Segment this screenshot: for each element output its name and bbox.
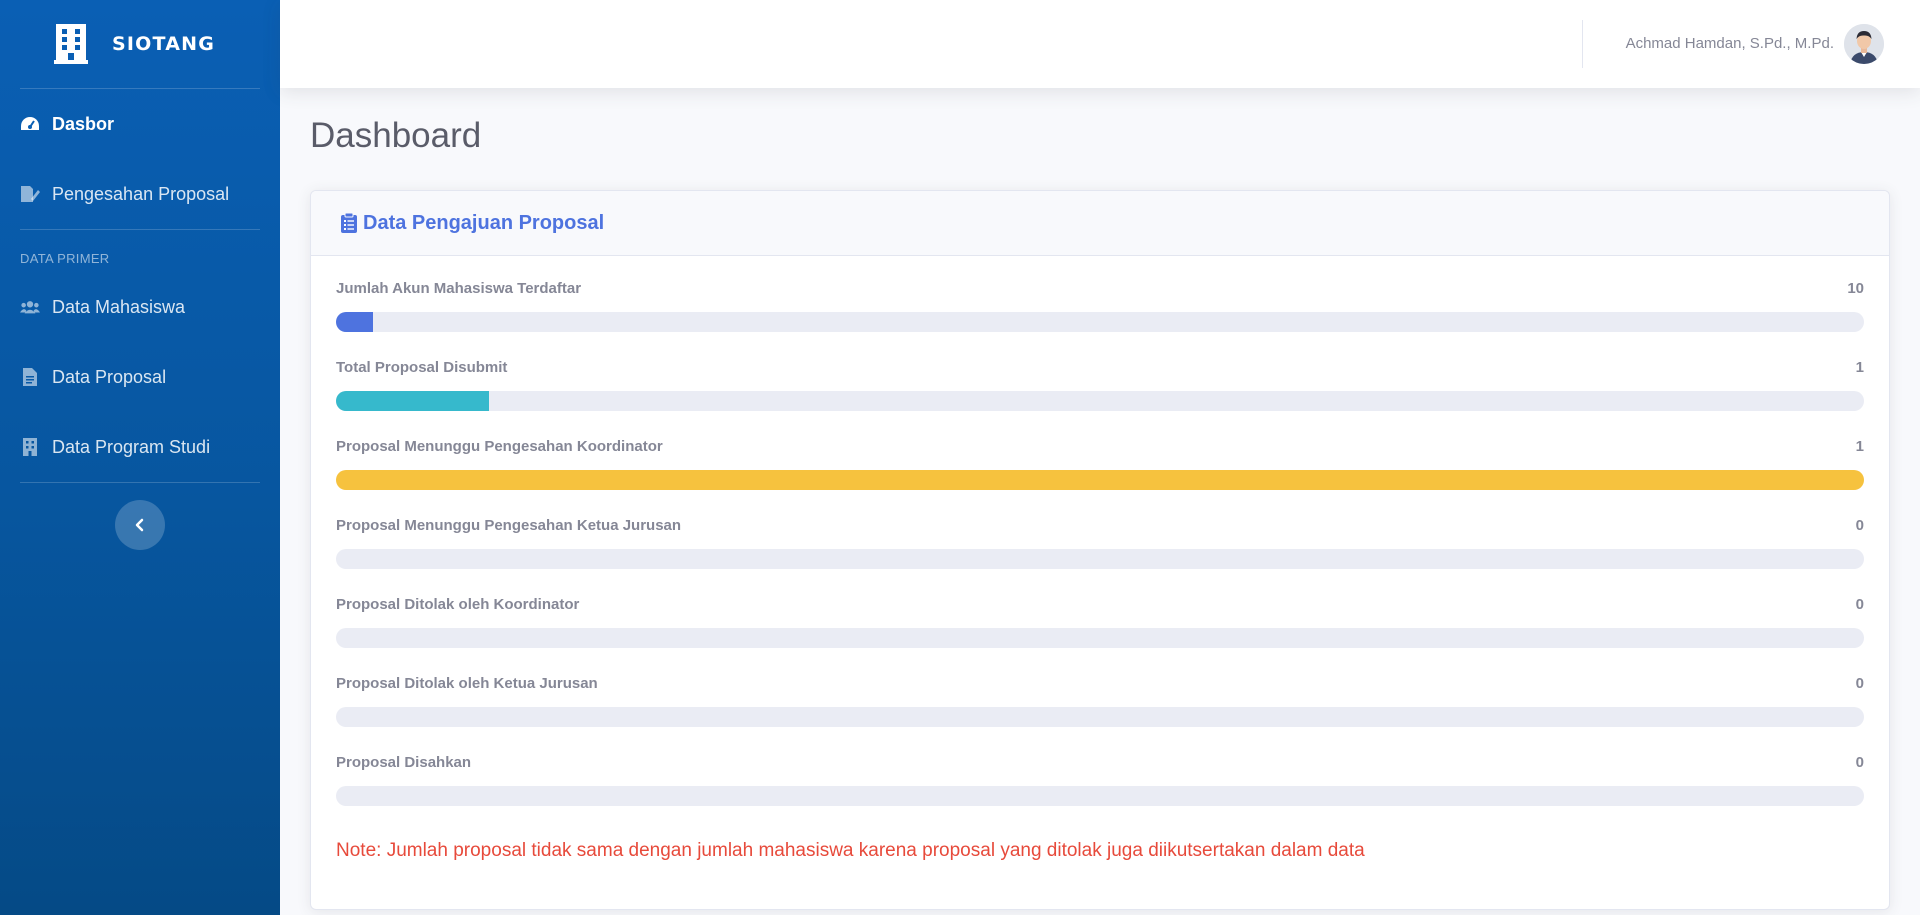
- building-icon: [20, 438, 40, 456]
- stat-label: Proposal Menunggu Pengesahan Ketua Jurus…: [336, 517, 682, 534]
- sidebar-item-label: Data Program Studi: [52, 436, 211, 457]
- sidebar-brand[interactable]: SIOTANG: [0, 0, 280, 88]
- stat-label: Total Proposal Disubmit: [336, 359, 508, 376]
- progress-track: [336, 391, 1864, 411]
- avatar[interactable]: [1844, 24, 1884, 64]
- proposal-data-card: Data Pengajuan Proposal Jumlah Akun Maha…: [310, 190, 1890, 910]
- stat-row: Proposal Ditolak oleh Ketua Jurusan 0: [336, 675, 1864, 696]
- sidebar-item-data-mahasiswa[interactable]: Data Mahasiswa: [0, 272, 280, 342]
- stat-item: Proposal Ditolak oleh Ketua Jurusan 0: [336, 675, 1864, 754]
- sidebar-item-pengesahan-proposal[interactable]: Pengesahan Proposal: [0, 159, 280, 229]
- clipboard-list-icon: [341, 213, 357, 233]
- progress-track: [336, 628, 1864, 648]
- stat-row: Proposal Ditolak oleh Koordinator 0: [336, 596, 1864, 617]
- progress-track: [336, 470, 1864, 490]
- stat-label: Jumlah Akun Mahasiswa Terdaftar: [336, 280, 582, 297]
- progress-bar: [336, 312, 373, 332]
- sidebar-item-label: Data Mahasiswa: [52, 296, 186, 317]
- stat-item: Total Proposal Disubmit 1: [336, 359, 1864, 438]
- users-icon: [20, 298, 40, 316]
- building-logo-icon: [54, 24, 88, 64]
- progress-bar: [336, 391, 489, 411]
- stat-value: 1: [1855, 438, 1864, 455]
- sidebar: SIOTANG Dasbor Pengesahan Proposal DATA …: [0, 0, 280, 915]
- page-title: Dashboard: [310, 116, 482, 155]
- stat-value: 0: [1855, 596, 1864, 613]
- progress-track: [336, 312, 1864, 332]
- stat-item: Jumlah Akun Mahasiswa Terdaftar 10: [336, 280, 1864, 359]
- stat-item: Proposal Ditolak oleh Koordinator 0: [336, 596, 1864, 675]
- stat-row: Total Proposal Disubmit 1: [336, 359, 1864, 380]
- stat-value: 0: [1855, 754, 1864, 771]
- card-title: Data Pengajuan Proposal: [363, 211, 605, 234]
- stat-label: Proposal Disahkan: [336, 754, 472, 771]
- tachometer-icon: [20, 115, 40, 133]
- stat-row: Proposal Menunggu Pengesahan Ketua Jurus…: [336, 517, 1864, 538]
- file-signature-icon: [20, 185, 40, 203]
- stat-item: Proposal Menunggu Pengesahan Koordinator…: [336, 438, 1864, 517]
- stat-value: 0: [1855, 517, 1864, 534]
- sidebar-item-data-proposal[interactable]: Data Proposal: [0, 342, 280, 412]
- stat-row: Proposal Disahkan 0: [336, 754, 1864, 775]
- user-name[interactable]: Achmad Hamdan, S.Pd., M.Pd.: [1626, 35, 1834, 52]
- sidebar-item-label: Data Proposal: [52, 366, 167, 387]
- sidebar-toggle-button[interactable]: [115, 500, 165, 550]
- sidebar-item-dasbor[interactable]: Dasbor: [0, 89, 280, 159]
- file-icon: [20, 368, 40, 386]
- stat-label: Proposal Ditolak oleh Ketua Jurusan: [336, 675, 598, 692]
- stat-value: 0: [1855, 675, 1864, 692]
- stat-row: Jumlah Akun Mahasiswa Terdaftar 10: [336, 280, 1864, 301]
- progress-track: [336, 707, 1864, 727]
- stat-label: Proposal Menunggu Pengesahan Koordinator: [336, 438, 663, 455]
- sidebar-divider: [20, 482, 260, 483]
- stat-value: 1: [1855, 359, 1864, 376]
- stats-list: Jumlah Akun Mahasiswa Terdaftar 10 Total P…: [336, 280, 1864, 833]
- sidebar-item-label: Dasbor: [52, 113, 115, 134]
- stat-item: Proposal Menunggu Pengesahan Ketua Jurus…: [336, 517, 1864, 596]
- progress-bar: [336, 470, 1864, 490]
- data-note: Note: Jumlah proposal tidak sama dengan …: [336, 840, 1365, 861]
- chevron-left-icon: [135, 518, 144, 532]
- card-body: Jumlah Akun Mahasiswa Terdaftar 10 Total P…: [311, 256, 1889, 862]
- stat-row: Proposal Menunggu Pengesahan Koordinator…: [336, 438, 1864, 459]
- stat-label: Proposal Ditolak oleh Koordinator: [336, 596, 580, 613]
- user-avatar-icon: [1844, 24, 1884, 64]
- brand-name: SIOTANG: [112, 33, 215, 55]
- sidebar-item-label: Pengesahan Proposal: [52, 183, 230, 204]
- topbar-divider: [1582, 20, 1583, 68]
- sidebar-heading: DATA PRIMER: [20, 251, 110, 266]
- topbar: Achmad Hamdan, S.Pd., M.Pd.: [280, 0, 1920, 88]
- progress-track: [336, 549, 1864, 569]
- stat-item: Proposal Disahkan 0: [336, 754, 1864, 833]
- card-header: Data Pengajuan Proposal: [311, 191, 1889, 256]
- sidebar-item-data-program-studi[interactable]: Data Program Studi: [0, 412, 280, 482]
- progress-track: [336, 786, 1864, 806]
- stat-value: 10: [1847, 280, 1864, 297]
